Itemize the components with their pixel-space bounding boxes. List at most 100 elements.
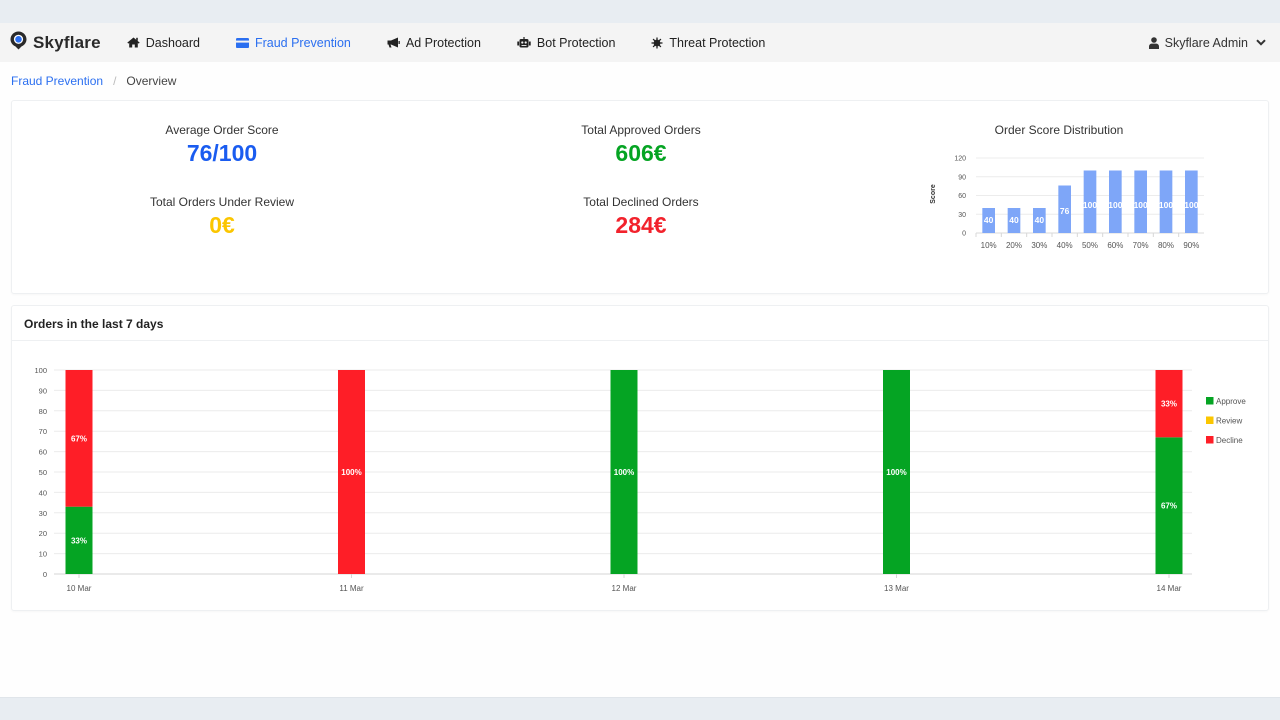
x-tick-label: 50%: [1082, 241, 1098, 250]
user-icon: [1148, 36, 1159, 49]
breadcrumb-separator: /: [113, 74, 117, 88]
bar-data-label: 100: [1083, 200, 1097, 210]
y-tick-label: 90: [958, 174, 966, 181]
stat-value: 284€: [615, 212, 667, 238]
x-tick-label: 14 Mar: [1157, 584, 1182, 593]
nav-item-ad-protection[interactable]: Ad Protection: [387, 36, 481, 50]
y-tick-label: 10: [39, 550, 47, 559]
legend-item-approve[interactable]: Approve: [1206, 397, 1246, 406]
stat-value: 76/100: [186, 140, 258, 166]
brand[interactable]: Skyflare: [10, 31, 101, 55]
breadcrumb-overview: Overview: [126, 74, 177, 88]
y-tick-label: 20: [39, 529, 47, 538]
bottom-strip: [0, 697, 1280, 720]
bar-data-label: 33%: [1161, 400, 1177, 409]
x-tick-label: 60%: [1107, 241, 1123, 250]
stat-total-orders-under-review: Total Orders Under Review 0€: [102, 195, 342, 239]
x-tick-label: 20%: [1006, 241, 1022, 250]
x-tick-label: 10%: [981, 241, 997, 250]
orders-panel-title: Orders in the last 7 days: [12, 306, 1268, 341]
megaphone-icon: [387, 37, 400, 48]
nav-item-bot-protection[interactable]: Bot Protection: [517, 35, 616, 50]
x-tick-label: 80%: [1158, 241, 1174, 250]
bar-data-label: 40: [984, 215, 994, 225]
y-tick-label: 120: [954, 156, 966, 163]
virus-icon: [651, 37, 663, 49]
x-tick-label: 90%: [1183, 241, 1199, 250]
stat-total-declined-orders: Total Declined Orders 284€: [521, 195, 761, 239]
bar-data-label: 100: [1108, 200, 1122, 210]
y-tick-label: 0: [962, 231, 966, 238]
legend-swatch: [1206, 436, 1214, 444]
stat-label: Total Approved Orders: [581, 123, 701, 137]
x-tick-label: 30%: [1031, 241, 1047, 250]
nav-label: Threat Protection: [669, 35, 766, 50]
home-icon: [127, 37, 140, 48]
y-tick-label: 60: [958, 193, 966, 200]
y-tick-label: 30: [958, 212, 966, 219]
y-tick-label: 90: [39, 386, 47, 395]
legend-label: Approve: [1216, 397, 1246, 406]
breadcrumb-fraud-prevention[interactable]: Fraud Prevention: [11, 74, 103, 88]
x-tick-label: 11 Mar: [339, 584, 364, 593]
bar-data-label: 40: [1035, 215, 1045, 225]
nav-label: Fraud Prevention: [254, 35, 351, 50]
brand-name: Skyflare: [33, 32, 101, 52]
skyflare-logo-icon: [10, 31, 27, 55]
nav-label: Ad Protection: [405, 35, 481, 50]
stat-value: 606€: [615, 140, 667, 166]
nav-label: Dashoard: [145, 35, 200, 50]
y-tick-label: 50: [39, 468, 47, 477]
y-tick-label: 60: [39, 448, 47, 457]
y-tick-label: 100: [34, 366, 47, 375]
x-tick-label: 13 Mar: [884, 584, 909, 593]
bar-data-label: 67%: [71, 434, 87, 443]
robot-icon: [517, 37, 531, 48]
navbar: Skyflare Dashoard Fraud Prevention Ad Pr…: [0, 23, 1280, 62]
x-tick-label: 70%: [1133, 241, 1149, 250]
chevron-down-icon: [1256, 39, 1266, 46]
nav-item-threat-protection[interactable]: Threat Protection: [651, 36, 765, 50]
x-tick-label: 10 Mar: [67, 584, 92, 593]
bar-data-label: 40: [1009, 215, 1019, 225]
stat-total-approved-orders: Total Approved Orders 606€: [521, 123, 761, 167]
credit-card-icon: [235, 37, 249, 48]
y-tick-label: 80: [39, 407, 47, 416]
orders-card: Orders in the last 7 days 0 10 20 30 40 50 60 7…: [11, 305, 1269, 611]
order-score-distribution-chart: Order Score Distribution Score 0 30 60 90 12…: [930, 123, 1204, 250]
bar-data-label: 33%: [71, 536, 87, 545]
top-strip: [0, 0, 1280, 23]
stat-value: 0€: [209, 212, 235, 238]
breadcrumb: Fraud Prevention / Overview: [11, 74, 176, 88]
stat-label: Average Order Score: [165, 123, 279, 137]
legend-label: Decline: [1216, 436, 1243, 445]
bar-data-label: 100%: [614, 468, 634, 477]
nav-item-fraud-prevention[interactable]: Fraud Prevention: [235, 35, 351, 50]
y-tick-label: 70: [39, 427, 47, 436]
stat-label: Total Declined Orders: [583, 195, 699, 209]
bar-data-label: 100%: [886, 468, 906, 477]
user-name: Skyflare Admin: [1164, 35, 1248, 50]
stat-average-order-score: Average Order Score 76/100: [102, 123, 342, 167]
bar-data-label: 100%: [341, 468, 361, 477]
legend-item-decline[interactable]: Decline: [1206, 436, 1243, 445]
y-tick-label: 40: [39, 488, 47, 497]
user-menu[interactable]: Skyflare Admin: [1148, 23, 1266, 62]
legend-swatch: [1206, 416, 1214, 424]
bar-data-label: 76: [1060, 206, 1070, 216]
legend-item-review[interactable]: Review: [1206, 416, 1242, 426]
x-tick-label: 12 Mar: [612, 584, 637, 593]
legend-label: Review: [1216, 417, 1242, 426]
bar-data-label: 100: [1159, 200, 1173, 210]
stat-label: Total Orders Under Review: [149, 195, 295, 209]
y-axis-label: Score: [930, 184, 937, 204]
legend-swatch: [1206, 397, 1214, 405]
orders-last-7-days-chart: 0 10 20 30 40 50 60 70 80 90 100 33% 67% 100% 100% 100…: [34, 366, 1246, 593]
bar-data-label: 67%: [1161, 502, 1177, 511]
nav-item-dashboard[interactable]: Dashoard: [127, 36, 200, 50]
x-tick-label: 40%: [1057, 241, 1073, 250]
y-tick-label: 30: [39, 509, 47, 518]
bar-data-label: 100: [1134, 200, 1148, 210]
nav-label: Bot Protection: [536, 35, 616, 50]
stats-card: Average Order Score 76/100 Total Orders …: [11, 100, 1269, 294]
